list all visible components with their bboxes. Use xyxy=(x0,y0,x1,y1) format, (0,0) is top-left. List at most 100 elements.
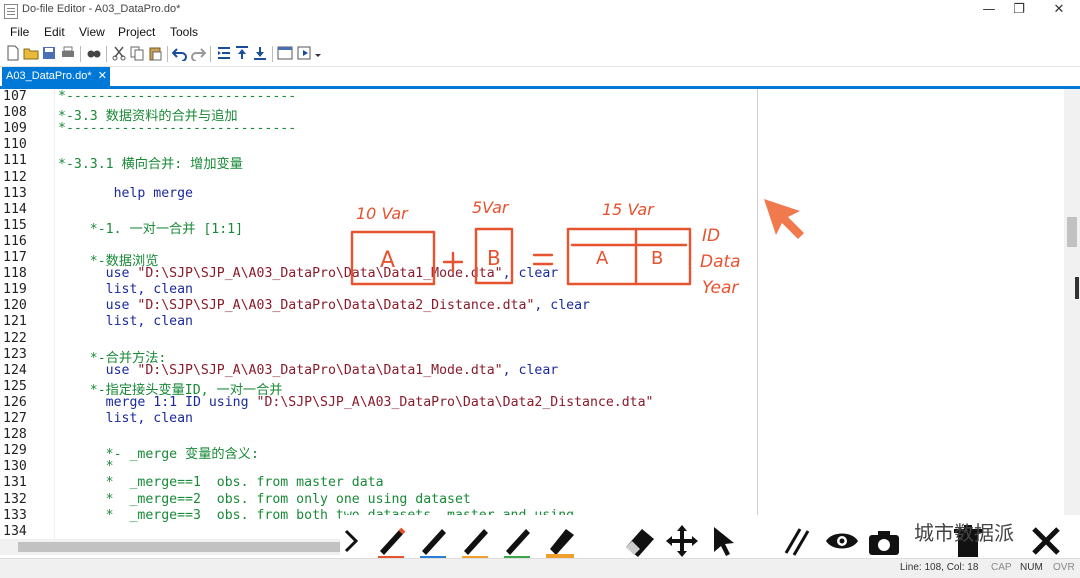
menu-view[interactable]: View xyxy=(79,25,105,39)
code-token: * xyxy=(58,459,114,475)
eye-icon[interactable] xyxy=(822,521,862,561)
tab-bar: A03_DataPro.do* ✕ xyxy=(0,67,1080,89)
menu-tools[interactable]: Tools xyxy=(170,25,198,39)
line-number: 108 xyxy=(3,105,27,121)
code-token: help merge xyxy=(58,185,193,201)
code-token: clear xyxy=(518,362,559,378)
code-line[interactable]: 111 *-3.3.1 横向合并: 增加变量 xyxy=(0,153,1064,172)
move-up-icon[interactable] xyxy=(234,45,250,61)
code-line[interactable]: 123 *-合并方法: xyxy=(0,347,1064,366)
line-number: 130 xyxy=(3,459,27,475)
code-line[interactable]: 132 * _merge==2 obs. from only one using… xyxy=(0,492,1064,508)
line-number: 110 xyxy=(3,137,27,153)
code-line[interactable]: 126 merge 1:1 ID using "D:\SJP\SJP_A\A03… xyxy=(0,395,1064,411)
tab-label: A03_DataPro.do* xyxy=(6,70,92,82)
annotation-pointer-icon xyxy=(764,199,804,239)
eraser-icon[interactable] xyxy=(620,521,660,561)
vertical-scrollbar[interactable] xyxy=(1064,89,1080,539)
line-number: 107 xyxy=(3,89,27,104)
redo-icon[interactable] xyxy=(190,45,206,61)
line-number: 119 xyxy=(3,282,27,298)
menu-edit[interactable]: Edit xyxy=(44,25,65,39)
line-number: 128 xyxy=(3,427,27,443)
line-number: 120 xyxy=(3,298,27,314)
indent-icon[interactable] xyxy=(216,45,232,61)
pen-red-icon[interactable] xyxy=(372,521,412,561)
line-number: 114 xyxy=(3,201,27,217)
line-number: 131 xyxy=(3,475,27,491)
line-number: 117 xyxy=(3,250,27,265)
code-line[interactable]: 110 xyxy=(0,137,1064,153)
code-token: *----------------------------- xyxy=(58,89,297,104)
find-icon[interactable] xyxy=(86,45,102,61)
pen-blue-icon[interactable] xyxy=(414,521,454,561)
label-10var: 10 Var xyxy=(356,204,409,223)
side-word-id: ID xyxy=(702,226,720,246)
line-number: 132 xyxy=(3,491,27,507)
menu-project[interactable]: Project xyxy=(118,25,155,39)
code-token: * _merge==2 obs. from only one using dat… xyxy=(58,491,471,507)
code-line[interactable]: 127 list, clean xyxy=(0,411,1064,427)
num-indicator: NUM xyxy=(1020,562,1043,573)
move-icon[interactable] xyxy=(662,521,702,561)
code-line[interactable]: 131 * _merge==1 obs. from master data xyxy=(0,475,1064,491)
watermark: 城市数据派 xyxy=(870,515,1050,545)
maximize-button[interactable]: ❐ xyxy=(1008,1,1030,19)
scroll-marker xyxy=(1075,277,1079,299)
lines-icon[interactable] xyxy=(778,521,818,561)
code-token: *----------------------------- xyxy=(58,121,297,137)
code-token: use xyxy=(58,362,138,378)
pen-green-icon[interactable] xyxy=(498,521,538,561)
code-text: merge 1:1 ID using "D:\SJP\SJP_A\A03_Dat… xyxy=(58,395,654,410)
code-line[interactable]: 108 *-3.3 数据资料的合并与追加 xyxy=(0,105,1064,124)
tab-a03-datapro[interactable]: A03_DataPro.do* ✕ xyxy=(2,67,110,86)
pen-orange-icon[interactable] xyxy=(456,521,496,561)
toolbar xyxy=(0,42,1080,67)
execute-icon[interactable] xyxy=(297,45,323,61)
code-line[interactable]: 107 *----------------------------- xyxy=(0,89,1064,105)
code-line[interactable]: 129 *- _merge 变量的含义: xyxy=(0,443,1064,462)
save-icon[interactable] xyxy=(41,45,57,61)
code-text: *----------------------------- xyxy=(58,89,296,104)
minimize-button[interactable]: — xyxy=(978,1,1000,19)
box-a-label: A xyxy=(380,248,395,273)
code-text: *----------------------------- xyxy=(58,121,296,136)
code-line[interactable]: 128 xyxy=(0,427,1064,443)
line-number: 111 xyxy=(3,153,27,169)
code-line[interactable]: 112 xyxy=(0,170,1064,186)
code-text: use "D:\SJP\SJP_A\A03_DataPro\Data\Data1… xyxy=(58,362,559,378)
code-line[interactable]: 130 * xyxy=(0,459,1064,475)
pointer-icon[interactable] xyxy=(704,521,744,561)
code-token: use xyxy=(58,266,138,282)
line-number: 126 xyxy=(3,394,27,410)
code-line[interactable]: 109 *----------------------------- xyxy=(0,121,1064,137)
tab-close-icon[interactable]: ✕ xyxy=(98,67,107,86)
code-editor[interactable]: 107 *----------------------------- 108 *-3.… xyxy=(0,89,1064,539)
menu-file[interactable]: File xyxy=(10,25,29,39)
open-folder-icon[interactable] xyxy=(23,45,39,61)
code-line[interactable]: 125 *-指定接头变量ID, 一对一合并 xyxy=(0,379,1064,398)
new-file-icon[interactable] xyxy=(5,45,21,61)
cut-icon[interactable] xyxy=(111,45,127,61)
merged-b-label: B xyxy=(651,248,663,269)
paste-icon[interactable] xyxy=(147,45,163,61)
line-number: 118 xyxy=(3,266,27,282)
print-icon[interactable] xyxy=(60,45,76,61)
box-merged xyxy=(566,227,692,286)
copy-icon[interactable] xyxy=(129,45,145,61)
move-down-icon[interactable] xyxy=(252,45,268,61)
line-number: 124 xyxy=(3,362,27,378)
code-token: list, clean xyxy=(58,282,193,298)
undo-icon[interactable] xyxy=(172,45,188,61)
code-text: help merge xyxy=(58,186,193,201)
highlighter-orange-icon[interactable] xyxy=(540,521,580,561)
horizontal-scroll-thumb[interactable] xyxy=(18,542,346,552)
vertical-scroll-thumb[interactable] xyxy=(1067,217,1077,247)
code-line[interactable]: 124 use "D:\SJP\SJP_A\A03_DataPro\Data\D… xyxy=(0,363,1064,379)
line-number: 112 xyxy=(3,169,27,185)
chevron-right-icon[interactable] xyxy=(340,521,364,561)
code-text: list, clean xyxy=(58,282,193,297)
code-token: , xyxy=(502,362,519,378)
show-window-icon[interactable] xyxy=(277,45,293,61)
close-window-button[interactable]: ✕ xyxy=(1048,1,1070,19)
